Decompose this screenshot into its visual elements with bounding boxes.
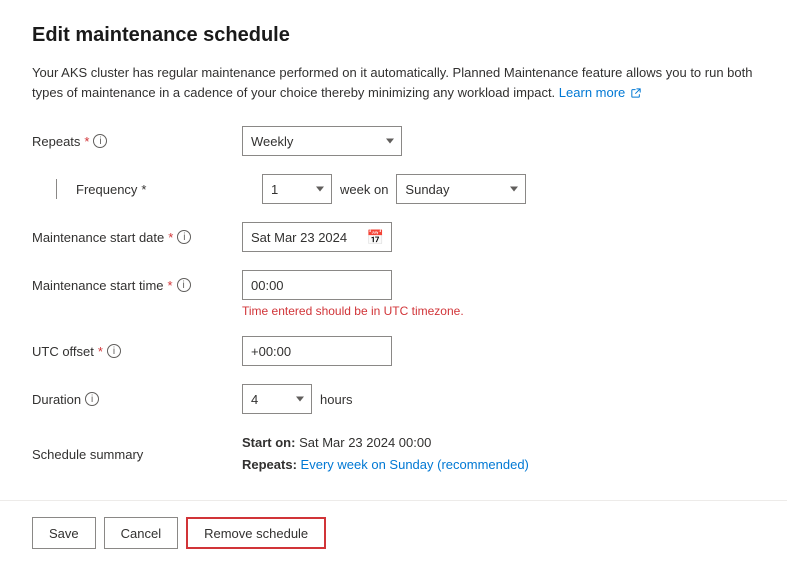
utc-offset-info-icon[interactable]: i (107, 344, 121, 358)
day-select[interactable]: Sunday Monday Tuesday Wednesday Thursday… (396, 174, 526, 204)
utc-offset-label: UTC offset * i (32, 344, 242, 359)
frequency-select-wrapper: 1 2 3 4 (262, 174, 332, 204)
week-on-text: week on (340, 182, 388, 197)
frequency-row: Frequency * 1 2 3 4 week on Sunday (32, 174, 755, 204)
duration-info-icon[interactable]: i (85, 392, 99, 406)
frequency-label: Frequency * (76, 182, 262, 197)
frequency-select[interactable]: 1 2 3 4 (262, 174, 332, 204)
start-time-label: Maintenance start time * i (32, 278, 242, 293)
summary-start-line: Start on: Sat Mar 23 2024 00:00 (242, 432, 529, 454)
repeats-info-icon[interactable]: i (93, 134, 107, 148)
summary-repeats-line: Repeats: Every week on Sunday (recommend… (242, 454, 529, 476)
schedule-summary: Start on: Sat Mar 23 2024 00:00 Repeats:… (242, 432, 529, 476)
start-time-input[interactable] (242, 270, 392, 300)
schedule-summary-control: Start on: Sat Mar 23 2024 00:00 Repeats:… (242, 432, 755, 476)
cancel-button[interactable]: Cancel (104, 517, 178, 549)
repeats-select-wrapper: Weekly Daily AbsoluteMonthly RelativeMon… (242, 126, 402, 156)
utc-offset-row: UTC offset * i (32, 336, 755, 366)
save-button[interactable]: Save (32, 517, 96, 549)
start-time-info-icon[interactable]: i (177, 278, 191, 292)
external-link-icon (631, 88, 641, 98)
repeats-control: Weekly Daily AbsoluteMonthly RelativeMon… (242, 126, 755, 156)
duration-select-wrapper: 1 2 3 4 5 6 7 8 (242, 384, 312, 414)
repeats-row: Repeats * i Weekly Daily AbsoluteMonthly… (32, 126, 755, 156)
schedule-summary-label: Schedule summary (32, 447, 242, 462)
duration-control: 1 2 3 4 5 6 7 8 hours (242, 384, 755, 414)
schedule-summary-row: Schedule summary Start on: Sat Mar 23 20… (32, 432, 755, 476)
start-date-control: 📅 (242, 222, 755, 252)
frequency-control: 1 2 3 4 week on Sunday Monday Tuesday We… (262, 174, 755, 204)
footer: Save Cancel Remove schedule (0, 501, 787, 565)
day-select-wrapper: Sunday Monday Tuesday Wednesday Thursday… (396, 174, 526, 204)
start-date-input[interactable] (242, 222, 392, 252)
repeats-label: Repeats * i (32, 134, 242, 149)
start-date-label: Maintenance start date * i (32, 230, 242, 245)
repeats-select[interactable]: Weekly Daily AbsoluteMonthly RelativeMon… (242, 126, 402, 156)
remove-schedule-button[interactable]: Remove schedule (186, 517, 326, 549)
duration-label: Duration i (32, 392, 242, 407)
date-input-wrapper: 📅 (242, 222, 392, 252)
time-hint: Time entered should be in UTC timezone. (242, 304, 755, 318)
start-date-row: Maintenance start date * i 📅 (32, 222, 755, 252)
utc-offset-input[interactable] (242, 336, 392, 366)
start-time-row: Maintenance start time * i Time entered … (32, 270, 755, 318)
duration-row: Duration i 1 2 3 4 5 6 7 8 (32, 384, 755, 414)
start-time-control (242, 270, 755, 300)
learn-more-link[interactable]: Learn more (559, 85, 641, 100)
page-description: Your AKS cluster has regular maintenance… (32, 63, 755, 102)
indent-line (56, 179, 68, 199)
utc-offset-control (242, 336, 755, 366)
duration-unit: hours (320, 392, 353, 407)
page-title: Edit maintenance schedule (32, 24, 755, 47)
start-date-info-icon[interactable]: i (177, 230, 191, 244)
duration-select[interactable]: 1 2 3 4 5 6 7 8 (242, 384, 312, 414)
